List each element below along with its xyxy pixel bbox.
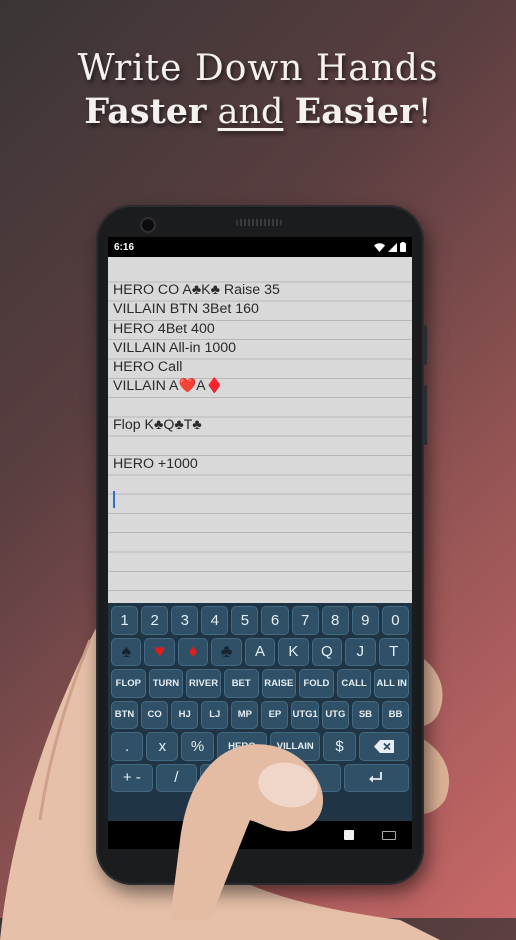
club-icon: ♣ bbox=[220, 641, 233, 662]
key-dot[interactable]: . bbox=[111, 732, 144, 761]
key-0[interactable]: 0 bbox=[381, 606, 409, 635]
wifi-icon bbox=[374, 242, 385, 252]
key-btn[interactable]: BTN bbox=[111, 700, 139, 729]
note-line: HERO 4Bet 400 bbox=[113, 320, 215, 337]
signal-icon bbox=[388, 242, 397, 252]
note-line: Flop K♣Q♣T♣ bbox=[113, 417, 202, 434]
headline-and: and bbox=[217, 92, 284, 132]
key-diamond[interactable]: ♦ bbox=[177, 637, 209, 666]
key-co[interactable]: CO bbox=[141, 700, 169, 729]
key-rank-A[interactable]: A bbox=[244, 637, 276, 666]
key-2[interactable]: 2 bbox=[141, 606, 169, 635]
headline-easier: Easier bbox=[294, 91, 418, 132]
note-line: HERO +1000 bbox=[113, 455, 198, 472]
enter-icon bbox=[369, 771, 383, 783]
key-6[interactable]: 6 bbox=[261, 606, 289, 635]
heart-icon: ♥ bbox=[154, 641, 165, 662]
keyboard-switch-icon[interactable] bbox=[382, 830, 396, 840]
key-enter[interactable] bbox=[343, 763, 409, 792]
key-fold[interactable]: FOLD bbox=[299, 669, 334, 698]
key-mp[interactable]: MP bbox=[231, 700, 259, 729]
text-cursor bbox=[113, 491, 115, 508]
headline-line1: Write Down Hands bbox=[77, 48, 439, 89]
volume-button bbox=[424, 325, 427, 365]
key-7[interactable]: 7 bbox=[291, 606, 319, 635]
recents-button[interactable] bbox=[344, 830, 354, 840]
key-bet[interactable]: BET bbox=[223, 669, 259, 698]
keyboard-number-row: 1234567890 bbox=[111, 606, 409, 635]
key-rank-Q[interactable]: Q bbox=[311, 637, 343, 666]
key-sb[interactable]: SB bbox=[351, 700, 379, 729]
headline-line2: Faster and Easier! bbox=[0, 91, 516, 132]
key-spade[interactable]: ♠ bbox=[111, 637, 142, 666]
key-flop[interactable]: FLOP bbox=[111, 669, 146, 698]
headline-exclaim: ! bbox=[417, 92, 432, 132]
key-4[interactable]: 4 bbox=[201, 606, 229, 635]
key-raise[interactable]: RAISE bbox=[261, 669, 297, 698]
diamond-icon: ♦ bbox=[188, 641, 198, 662]
status-bar: 6:16 bbox=[108, 237, 412, 257]
key-rank-K[interactable]: K bbox=[278, 637, 309, 666]
key-call[interactable]: CALL bbox=[336, 669, 372, 698]
headline-faster: Faster bbox=[84, 91, 207, 132]
keyboard-streets-row: FLOP TURN RIVER BET RAISE FOLD CALL ALL IN bbox=[111, 669, 409, 698]
key-3[interactable]: 3 bbox=[171, 606, 199, 635]
headline: Write Down Hands Faster and Easier! bbox=[0, 48, 516, 132]
power-button bbox=[424, 385, 427, 445]
key-hj[interactable]: HJ bbox=[171, 700, 199, 729]
backspace-icon bbox=[373, 739, 394, 753]
note-line bbox=[113, 435, 280, 454]
key-backspace[interactable] bbox=[358, 732, 410, 761]
key-ep[interactable]: EP bbox=[261, 700, 289, 729]
note-line: VILLAIN A❤️A♦️ bbox=[113, 378, 224, 395]
status-time: 6:16 bbox=[114, 241, 135, 253]
key-8[interactable]: 8 bbox=[321, 606, 349, 635]
note-line bbox=[113, 397, 280, 416]
key-1[interactable]: 1 bbox=[111, 606, 139, 635]
note-line: VILLAIN BTN 3Bet 160 bbox=[113, 301, 259, 318]
spade-icon: ♠ bbox=[121, 641, 131, 662]
key-9[interactable]: 9 bbox=[351, 606, 379, 635]
key-river[interactable]: RIVER bbox=[186, 669, 221, 698]
key-bb[interactable]: BB bbox=[381, 700, 410, 729]
notes-text-area[interactable]: HERO CO A♣K♣ Raise 35 VILLAIN BTN 3Bet 16… bbox=[108, 257, 412, 603]
key-utg1[interactable]: UTG1 bbox=[291, 700, 319, 729]
thumb-illustration bbox=[170, 744, 324, 920]
key-rank-T[interactable]: T bbox=[378, 637, 409, 666]
key-lj[interactable]: LJ bbox=[201, 700, 229, 729]
keyboard-cards-row: ♠ ♥ ♦ ♣ A K Q J T bbox=[111, 637, 409, 666]
key-5[interactable]: 5 bbox=[231, 606, 259, 635]
key-utg[interactable]: UTG bbox=[321, 700, 349, 729]
note-line: VILLAIN All-in 1000 bbox=[113, 339, 237, 356]
key-plus-minus[interactable]: + - bbox=[111, 763, 153, 792]
key-heart[interactable]: ♥ bbox=[144, 637, 175, 666]
note-line: HERO CO A♣K♣ Raise 35 bbox=[113, 282, 280, 298]
key-turn[interactable]: TURN bbox=[148, 669, 184, 698]
front-camera bbox=[140, 217, 156, 233]
battery-icon bbox=[400, 242, 406, 252]
key-all-in[interactable]: ALL IN bbox=[374, 669, 409, 698]
note-line: HERO Call bbox=[113, 359, 183, 376]
key-rank-J[interactable]: J bbox=[345, 637, 376, 666]
key-club[interactable]: ♣ bbox=[211, 637, 242, 666]
keyboard-positions-row: BTN CO HJ LJ MP EP UTG1 UTG SB BB bbox=[111, 700, 410, 729]
earpiece-speaker bbox=[236, 219, 282, 226]
